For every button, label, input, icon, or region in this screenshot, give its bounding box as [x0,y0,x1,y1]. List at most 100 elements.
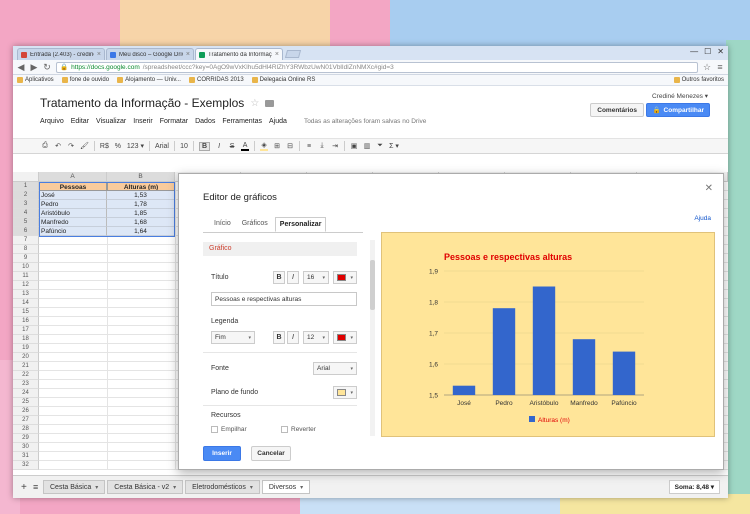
bookmark-item[interactable]: Alojamento — Univ... [117,77,181,83]
insert-comment-icon[interactable]: ▣ [350,142,358,150]
bookmark-item[interactable]: Aplicativos [17,77,54,83]
chart-title-input[interactable]: Pessoas e respectivas alturas [211,292,357,306]
strikethrough-button[interactable]: S [228,143,236,150]
bookmark-item[interactable]: fone de ouvido [61,77,109,83]
star-icon[interactable]: ☆ [250,98,259,109]
filter-icon[interactable]: ⏷ [376,142,384,150]
row-header[interactable]: 6 [13,227,39,236]
legend-position-dropdown[interactable]: Fim ▾ [211,331,255,344]
legend-italic-button[interactable]: I [287,331,299,344]
merge-icon[interactable]: ⊟ [286,142,294,150]
url-input[interactable]: 🔒 https://docs.google.com/spreadsheet/cc… [56,61,698,73]
legend-color-picker[interactable]: ▾ [333,331,357,344]
row-header[interactable]: 28 [13,425,39,434]
cancel-button[interactable]: Cancelar [251,446,291,461]
row-header[interactable]: 7 [13,236,39,245]
section-chart-header[interactable]: Gráfico [203,242,357,256]
insert-button[interactable]: Inserir [203,446,241,461]
close-tab-icon[interactable]: × [186,51,190,58]
font-dropdown[interactable]: Arial ▾ [313,362,357,375]
row-header[interactable]: 32 [13,461,39,470]
row-header[interactable]: 29 [13,434,39,443]
row-header[interactable]: 27 [13,416,39,425]
maximize-icon[interactable]: ☐ [704,47,711,56]
forward-icon[interactable]: ▶ [30,62,38,73]
share-button[interactable]: 🔒 Compartilhar [646,103,710,117]
background-color-picker[interactable]: ▾ [333,386,357,399]
functions-button[interactable]: Σ ▾ [389,142,399,150]
legend-size-dropdown[interactable]: 12 ▾ [303,331,329,344]
font-dropdown[interactable]: Arial [155,143,169,150]
reload-icon[interactable]: ↻ [43,62,51,73]
row-header[interactable]: 23 [13,380,39,389]
column-header[interactable]: B [107,172,175,182]
row-header[interactable]: 18 [13,335,39,344]
caret-down-icon[interactable]: ▾ [173,484,176,491]
text-color-button[interactable]: A [241,142,250,151]
number-format-dropdown[interactable]: 123 ▾ [127,142,144,150]
row-header[interactable]: 19 [13,344,39,353]
row-header[interactable]: 10 [13,263,39,272]
sheet-tab[interactable]: Cesta Básica - v2 ▾ [107,480,184,494]
new-tab-button[interactable] [284,50,302,58]
menu-arquivo[interactable]: Arquivo [40,118,64,125]
paint-format-icon[interactable]: 🖌 [80,142,89,150]
row-header[interactable]: 14 [13,299,39,308]
folder-icon[interactable] [265,99,275,107]
title-color-picker[interactable]: ▾ [333,271,357,284]
caret-down-icon[interactable]: ▾ [250,484,253,491]
percent-button[interactable]: % [114,143,122,150]
menu-visualizar[interactable]: Visualizar [96,118,126,125]
title-size-dropdown[interactable]: 16 ▾ [303,271,329,284]
row-header[interactable]: 22 [13,371,39,380]
menu-editar[interactable]: Editar [71,118,89,125]
menu-icon[interactable]: ≡ [716,62,724,72]
title-bold-button[interactable]: B [273,271,285,284]
row-header[interactable]: 31 [13,452,39,461]
title-italic-button[interactable]: I [287,271,299,284]
row-header[interactable]: 8 [13,245,39,254]
insert-chart-icon[interactable]: ▥ [363,142,371,150]
reverse-checkbox[interactable]: Reverter [281,426,316,433]
close-tab-icon[interactable]: × [275,51,279,58]
sheet-list-button[interactable]: ≡ [33,482,38,492]
back-icon[interactable]: ◀ [17,62,25,73]
redo-icon[interactable]: ↷ [67,142,75,150]
browser-tab-drive[interactable]: Meu disco – Google Drive × [106,48,194,60]
row-header[interactable]: 2 [13,191,39,200]
close-icon[interactable]: ✕ [705,183,713,194]
caret-down-icon[interactable]: ▾ [95,484,98,491]
corner-cell[interactable] [13,172,39,182]
tab-inicio[interactable]: Início [210,217,235,232]
valign-icon[interactable]: ⤓ [318,142,326,150]
menu-dados[interactable]: Dados [195,118,215,125]
column-header[interactable]: A [39,172,107,182]
row-header[interactable]: 17 [13,326,39,335]
row-header[interactable]: 4 [13,209,39,218]
close-tab-icon[interactable]: × [97,51,101,58]
row-header[interactable]: 25 [13,398,39,407]
row-header[interactable]: 26 [13,407,39,416]
caret-down-icon[interactable]: ▾ [300,484,303,491]
align-left-icon[interactable]: ≡ [305,143,313,150]
minimize-icon[interactable]: — [690,47,698,56]
row-header[interactable]: 16 [13,317,39,326]
row-header[interactable]: 5 [13,218,39,227]
row-header[interactable]: 9 [13,254,39,263]
menu-ajuda[interactable]: Ajuda [269,118,287,125]
italic-icon[interactable]: I [215,143,223,150]
fill-color-icon[interactable]: ◈ [260,141,269,151]
browser-tab-gmail[interactable]: Entrada (2.403) - credine! × [17,48,105,60]
tab-personalizar[interactable]: Personalizar [274,217,327,232]
legend-bold-button[interactable]: B [273,331,285,344]
panel-scrollbar[interactable] [370,240,375,436]
doc-title[interactable]: Tratamento da Informação - Exemplos [40,96,244,110]
row-header[interactable]: 11 [13,272,39,281]
row-header[interactable]: 30 [13,443,39,452]
row-header[interactable]: 21 [13,362,39,371]
bookmark-item[interactable]: CORRIDAS 2013 [188,77,244,83]
user-account[interactable]: Crediné Menezes ▾ [652,92,708,100]
row-header[interactable]: 3 [13,200,39,209]
close-window-icon[interactable]: ✕ [717,47,724,56]
currency-button[interactable]: R$ [100,143,109,150]
